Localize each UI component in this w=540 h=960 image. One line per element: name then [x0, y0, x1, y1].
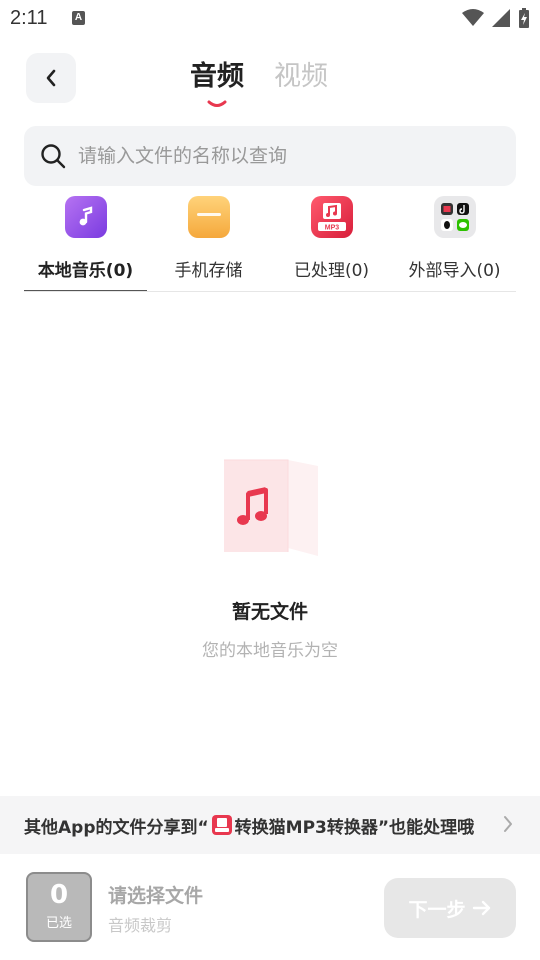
folder-icon — [187, 196, 230, 238]
external-apps-icon — [433, 196, 476, 238]
tab-local-music-label: 本地音乐(0) — [37, 261, 134, 281]
share-banner[interactable]: 其他App的文件分享到“ 转换猫MP3转换器 ”也能处理哦 — [0, 796, 540, 854]
next-step-button[interactable]: 下一步 — [384, 878, 516, 938]
wifi-icon — [462, 9, 484, 26]
status-bar: 2:11 A — [0, 0, 540, 38]
operation-subtitle: 音频裁剪 — [108, 916, 173, 935]
mp3-converter-icon: MP3 — [310, 196, 353, 238]
tab-local-music[interactable]: 本地音乐(0) — [24, 192, 147, 292]
select-file-title: 请选择文件 — [108, 885, 204, 907]
tab-processed[interactable]: MP3 已处理(0) — [270, 192, 393, 292]
search-icon — [41, 144, 66, 169]
tab-phone-storage-label: 手机存储 — [174, 261, 243, 281]
tab-audio[interactable]: 音频 — [190, 56, 244, 107]
empty-state-subtitle: 您的本地音乐为空 — [202, 641, 338, 661]
source-tabs: 本地音乐(0) 手机存储 MP3 已处理(0) 外部导入(0) — [24, 192, 516, 292]
status-icons — [462, 8, 530, 28]
next-step-label: 下一步 — [408, 898, 466, 921]
chevron-right-icon — [504, 816, 512, 832]
empty-music-illustration — [224, 459, 318, 556]
battery-icon — [519, 8, 529, 28]
signal-icon — [492, 9, 510, 27]
tab-phone-storage[interactable]: 手机存储 — [147, 192, 270, 292]
search-input[interactable] — [78, 145, 478, 167]
media-type-tabs: 音频 视频 — [190, 56, 328, 108]
tab-processed-label: 已处理(0) — [293, 261, 370, 281]
selected-count-badge: 0 已选 — [26, 872, 92, 942]
tab-video[interactable]: 视频 — [274, 56, 328, 100]
search-bar — [24, 126, 516, 186]
banner-app-name: 转换猫MP3转换器 — [234, 817, 378, 838]
notification-icon: A — [72, 11, 85, 25]
arrow-right-icon — [472, 900, 490, 916]
bottom-action-bar: 0 已选 请选择文件 音频裁剪 下一步 — [0, 854, 540, 960]
tab-video-label: 视频 — [274, 61, 328, 92]
share-banner-text: 其他App的文件分享到“ 转换猫MP3转换器 ”也能处理哦 — [24, 813, 474, 838]
music-note-icon — [64, 196, 107, 238]
status-time: 2:11 — [10, 7, 48, 29]
chevron-left-icon — [46, 69, 56, 87]
empty-state-title: 暂无文件 — [231, 601, 308, 623]
tab-active-indicator — [207, 100, 227, 107]
svg-text:MP3: MP3 — [324, 225, 339, 232]
selected-count: 0 — [49, 880, 69, 910]
tab-external-import[interactable]: 外部导入(0) — [393, 192, 516, 292]
back-button[interactable] — [26, 53, 76, 103]
tab-external-import-label: 外部导入(0) — [408, 261, 501, 281]
app-logo-icon — [211, 815, 232, 835]
selected-count-label: 已选 — [45, 916, 72, 931]
tabs-divider — [24, 291, 516, 292]
banner-suffix: ”也能处理哦 — [377, 817, 475, 838]
banner-prefix: 其他App的文件分享到“ — [24, 817, 209, 838]
tab-audio-label: 音频 — [190, 61, 244, 92]
